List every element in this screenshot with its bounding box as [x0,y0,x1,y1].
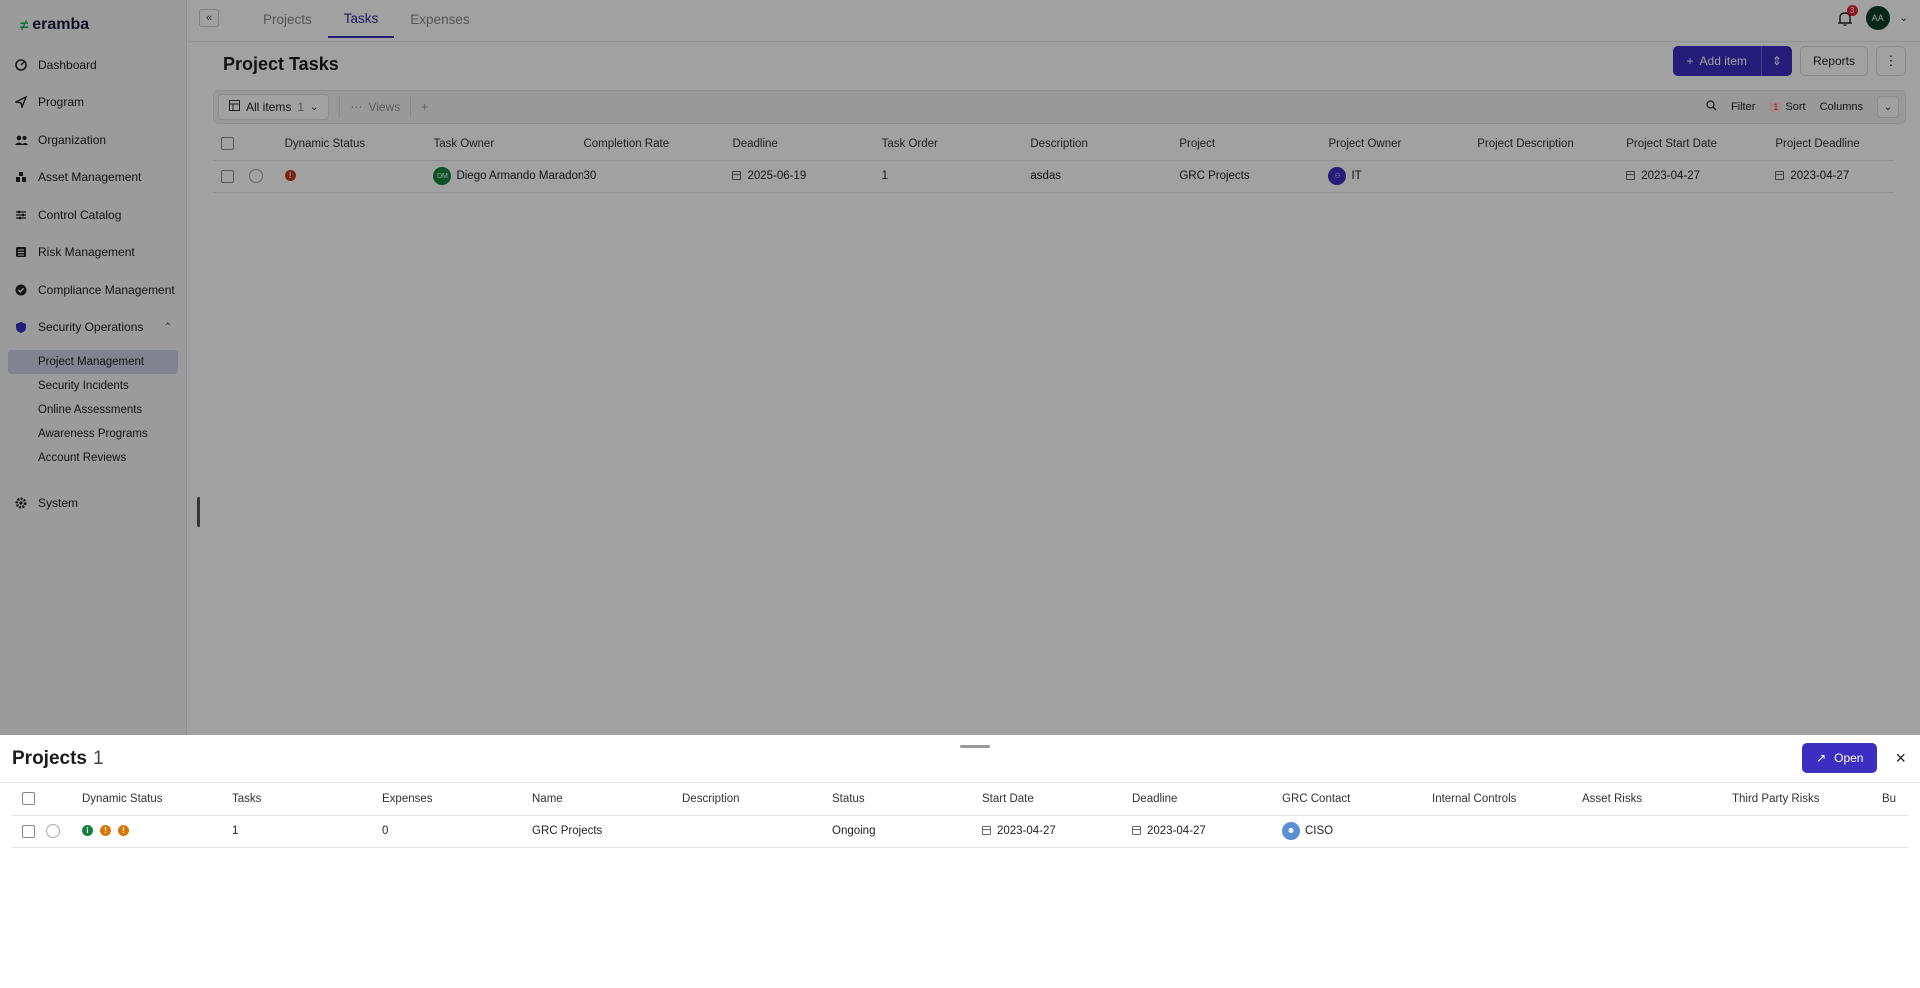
drawer-actions: ↗ Open × [1802,743,1906,773]
description-cell [682,815,832,848]
col-status[interactable]: Status [832,783,982,816]
open-label: Open [1834,751,1864,765]
table-row[interactable]: i!! 1 0 GRC Projects Ongoing 2023-04-27 … [12,815,1908,848]
business-cell [1882,815,1908,848]
status-ok-icon[interactable]: i [82,825,93,837]
table-header-row: Dynamic Status Tasks Expenses Name Descr… [12,783,1908,816]
status-warning-icon[interactable]: ! [118,825,129,837]
external-link-icon: ↗ [1816,751,1827,765]
col-start-date[interactable]: Start Date [982,783,1132,816]
col-third-party-risks[interactable]: Third Party Risks [1732,783,1882,816]
status-warning-icon[interactable]: ! [100,825,111,837]
calendar-icon [982,826,991,836]
col-description[interactable]: Description [682,783,832,816]
select-all-cell [12,783,46,816]
open-button[interactable]: ↗ Open [1802,743,1878,773]
internal-controls-cell [1432,815,1582,848]
col-grc-contact[interactable]: GRC Contact [1282,783,1432,816]
row-select-radio[interactable] [46,824,60,838]
projects-drawer: Projects 1 ↗ Open × Dynamic Status Tasks… [0,735,1920,988]
col-deadline[interactable]: Deadline [1132,783,1282,816]
close-icon[interactable]: × [1895,748,1906,769]
status-cell: Ongoing [832,815,982,848]
start-date-value: 2023-04-27 [997,825,1056,837]
deadline-value: 2023-04-27 [1147,825,1206,837]
third-party-risks-cell [1732,815,1882,848]
col-internal-controls[interactable]: Internal Controls [1432,783,1582,816]
grc-contact-cell: ⚉ CISO [1282,815,1432,848]
user-icon: ⚉ [1282,822,1300,840]
col-business[interactable]: Bu [1882,783,1908,816]
col-name[interactable]: Name [532,783,682,816]
col-asset-risks[interactable]: Asset Risks [1582,783,1732,816]
select-all-checkbox[interactable] [22,792,35,806]
grc-contact-value: CISO [1305,825,1334,838]
name-cell: GRC Projects [532,815,682,848]
drawer-count: 1 [92,747,104,769]
tasks-cell[interactable]: 1 [232,815,382,848]
col-dynamic-status[interactable]: Dynamic Status [82,783,232,816]
drawer-header: Projects 1 ↗ Open × [0,735,1920,783]
expenses-cell[interactable]: 0 [382,815,532,848]
col-tasks[interactable]: Tasks [232,783,382,816]
asset-risks-cell [1582,815,1732,848]
modal-backdrop[interactable] [0,0,1920,735]
row-checkbox[interactable] [22,824,35,838]
col-expenses[interactable]: Expenses [382,783,532,816]
blank-header [46,783,82,816]
start-date-cell: 2023-04-27 [982,815,1132,848]
deadline-cell: 2023-04-27 [1132,815,1282,848]
drawer-title: Projects [12,747,87,769]
dynamic-status-cell: i!! [82,815,232,848]
projects-table: Dynamic Status Tasks Expenses Name Descr… [12,783,1908,848]
calendar-icon [1132,826,1141,836]
